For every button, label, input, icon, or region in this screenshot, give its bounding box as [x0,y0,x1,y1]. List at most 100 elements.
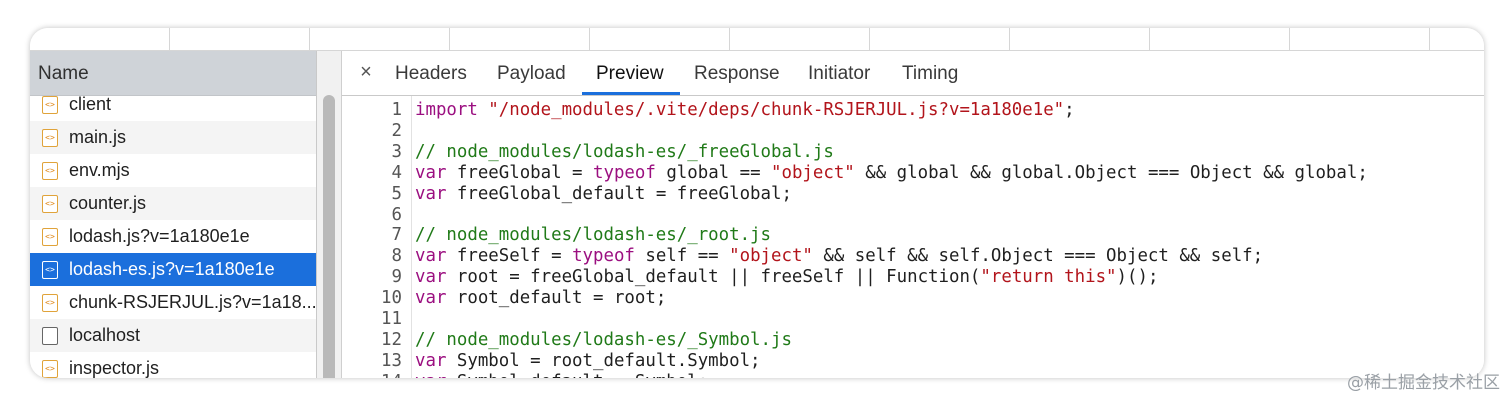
code-text: // node_modules/lodash-es/_root.js [415,225,771,246]
code-token: global == [655,162,772,183]
script-file-icon: <> [42,195,58,213]
line-number: 5 [391,183,402,204]
code-token: var [415,267,457,288]
request-name: counter.js [69,193,147,213]
code-text: // node_modules/lodash-es/_Symbol.js [415,330,792,351]
script-file-icon: <> [42,162,58,180]
request-name: env.mjs [69,160,130,180]
code-token: "/node_modules/.vite/deps/chunk-RSJERJUL… [488,100,1065,120]
code-token: && self && self.Object === Object && sel… [812,246,1264,267]
line-number: 9 [391,267,402,288]
script-file-icon: <> [42,261,58,279]
code-token: freeGlobal = [456,162,594,183]
timeline-strip [30,28,1484,51]
code-token: freeSelf = [456,246,573,267]
request-detail-panel: × Headers Payload Preview Response Initi… [342,51,1484,378]
code-token: Symbol_default = Symbol; [457,372,708,378]
request-row[interactable]: <> lodash-es.js?v=1a180e1e [30,253,316,286]
request-name: lodash-es.js?v=1a180e1e [69,259,275,279]
tab-response[interactable]: Response [694,51,780,95]
request-name: lodash.js?v=1a180e1e [69,226,250,246]
code-token: var [415,183,457,204]
line-number: 2 [391,120,402,141]
detail-tabs: × Headers Payload Preview Response Initi… [342,51,1484,96]
line-number: 1 [391,100,402,120]
request-row[interactable]: <> lodash.js?v=1a180e1e [30,220,316,253]
line-number: 12 [381,329,402,350]
code-token: "object" [729,246,813,267]
code-text: import "/node_modules/.vite/deps/chunk-R… [415,100,1075,121]
request-row[interactable]: localhost [30,319,316,352]
line-number: 11 [381,309,402,329]
line-number: 13 [381,350,402,371]
code-text: var freeGlobal = typeof global == "objec… [415,163,1368,184]
code-token: var [415,350,457,371]
code-token: root_default = root; [456,288,667,309]
code-token: "object" [771,162,855,183]
tab-headers[interactable]: Headers [395,51,467,95]
tab-payload[interactable]: Payload [497,51,566,95]
line-number-gutter [411,96,412,378]
script-file-icon: <> [42,129,58,147]
script-file-icon: <> [42,96,58,114]
request-row[interactable]: <> counter.js [30,187,316,220]
code-token: // node_modules/lodash-es/_freeGlobal.js [415,141,834,162]
line-number: 8 [391,246,402,267]
code-token: var [415,288,457,309]
preview-code: 1 import "/node_modules/.vite/deps/chunk-… [342,96,1484,378]
code-token: "return this" [980,267,1117,288]
code-token: var [415,162,457,183]
code-token: // node_modules/lodash-es/_Symbol.js [415,329,792,350]
active-tab-indicator [582,92,680,95]
code-text: var root = freeGlobal_default || freeSel… [415,267,1158,288]
code-token: typeof [593,162,656,183]
request-row[interactable]: <> inspector.js [30,352,316,378]
code-text: var root_default = root; [415,288,666,309]
request-list: Name <> client <> main.js <> env.mjs <> counter… [30,51,316,378]
tab-preview[interactable]: Preview [596,51,664,95]
code-token: self == [634,246,730,267]
watermark: @稀土掘金技术社区 [1347,373,1500,393]
line-number: 6 [391,204,402,225]
code-token: typeof [572,246,635,267]
line-number: 10 [381,288,402,309]
request-row[interactable]: <> chunk-RSJERJUL.js?v=1a18... [30,286,316,319]
script-file-icon: <> [42,228,58,246]
devtools-network-panel: Name <> client <> main.js <> env.mjs <> counter… [30,28,1484,378]
document-icon [42,327,58,345]
code-token: import [415,100,489,120]
script-file-icon: <> [42,360,58,378]
code-text: var Symbol = root_default.Symbol; [415,351,761,372]
request-list-scrollbar[interactable] [317,51,342,378]
code-text: // node_modules/lodash-es/_freeGlobal.js [415,142,834,163]
tab-initiator[interactable]: Initiator [808,51,870,95]
code-token: root = freeGlobal_default || freeSelf ||… [456,267,981,288]
line-number: 4 [391,162,402,183]
code-token: // node_modules/lodash-es/_root.js [415,225,771,246]
code-token: freeGlobal_default = freeGlobal; [456,183,792,204]
code-token: Symbol = root_default.Symbol; [456,350,761,371]
line-number: 3 [391,141,402,162]
request-row[interactable]: <> env.mjs [30,154,316,187]
code-token: var [415,246,457,267]
request-rows: <> client <> main.js <> env.mjs <> counter.js <>… [30,88,316,378]
request-row[interactable]: <> main.js [30,121,316,154]
request-name: localhost [69,325,141,345]
request-name: chunk-RSJERJUL.js?v=1a18... [69,292,316,312]
scrollbar-thumb[interactable] [323,95,335,378]
request-name: main.js [69,127,127,147]
line-number: 14 [342,372,402,378]
code-token: && global && global.Object === Object &&… [854,162,1368,183]
request-name: inspector.js [69,358,160,378]
close-icon[interactable]: × [356,60,376,84]
request-row[interactable]: <> client [30,88,316,121]
tab-timing[interactable]: Timing [902,51,958,95]
script-file-icon: <> [42,294,58,312]
code-text: var freeSelf = typeof self == "object" &… [415,246,1263,267]
code-token: )(); [1116,267,1159,288]
line-number: 7 [391,225,402,246]
code-text: var Symbol_default = Symbol; [415,372,708,378]
code-token: var [415,372,457,378]
request-name: client [69,94,112,114]
code-token: ; [1064,100,1075,120]
